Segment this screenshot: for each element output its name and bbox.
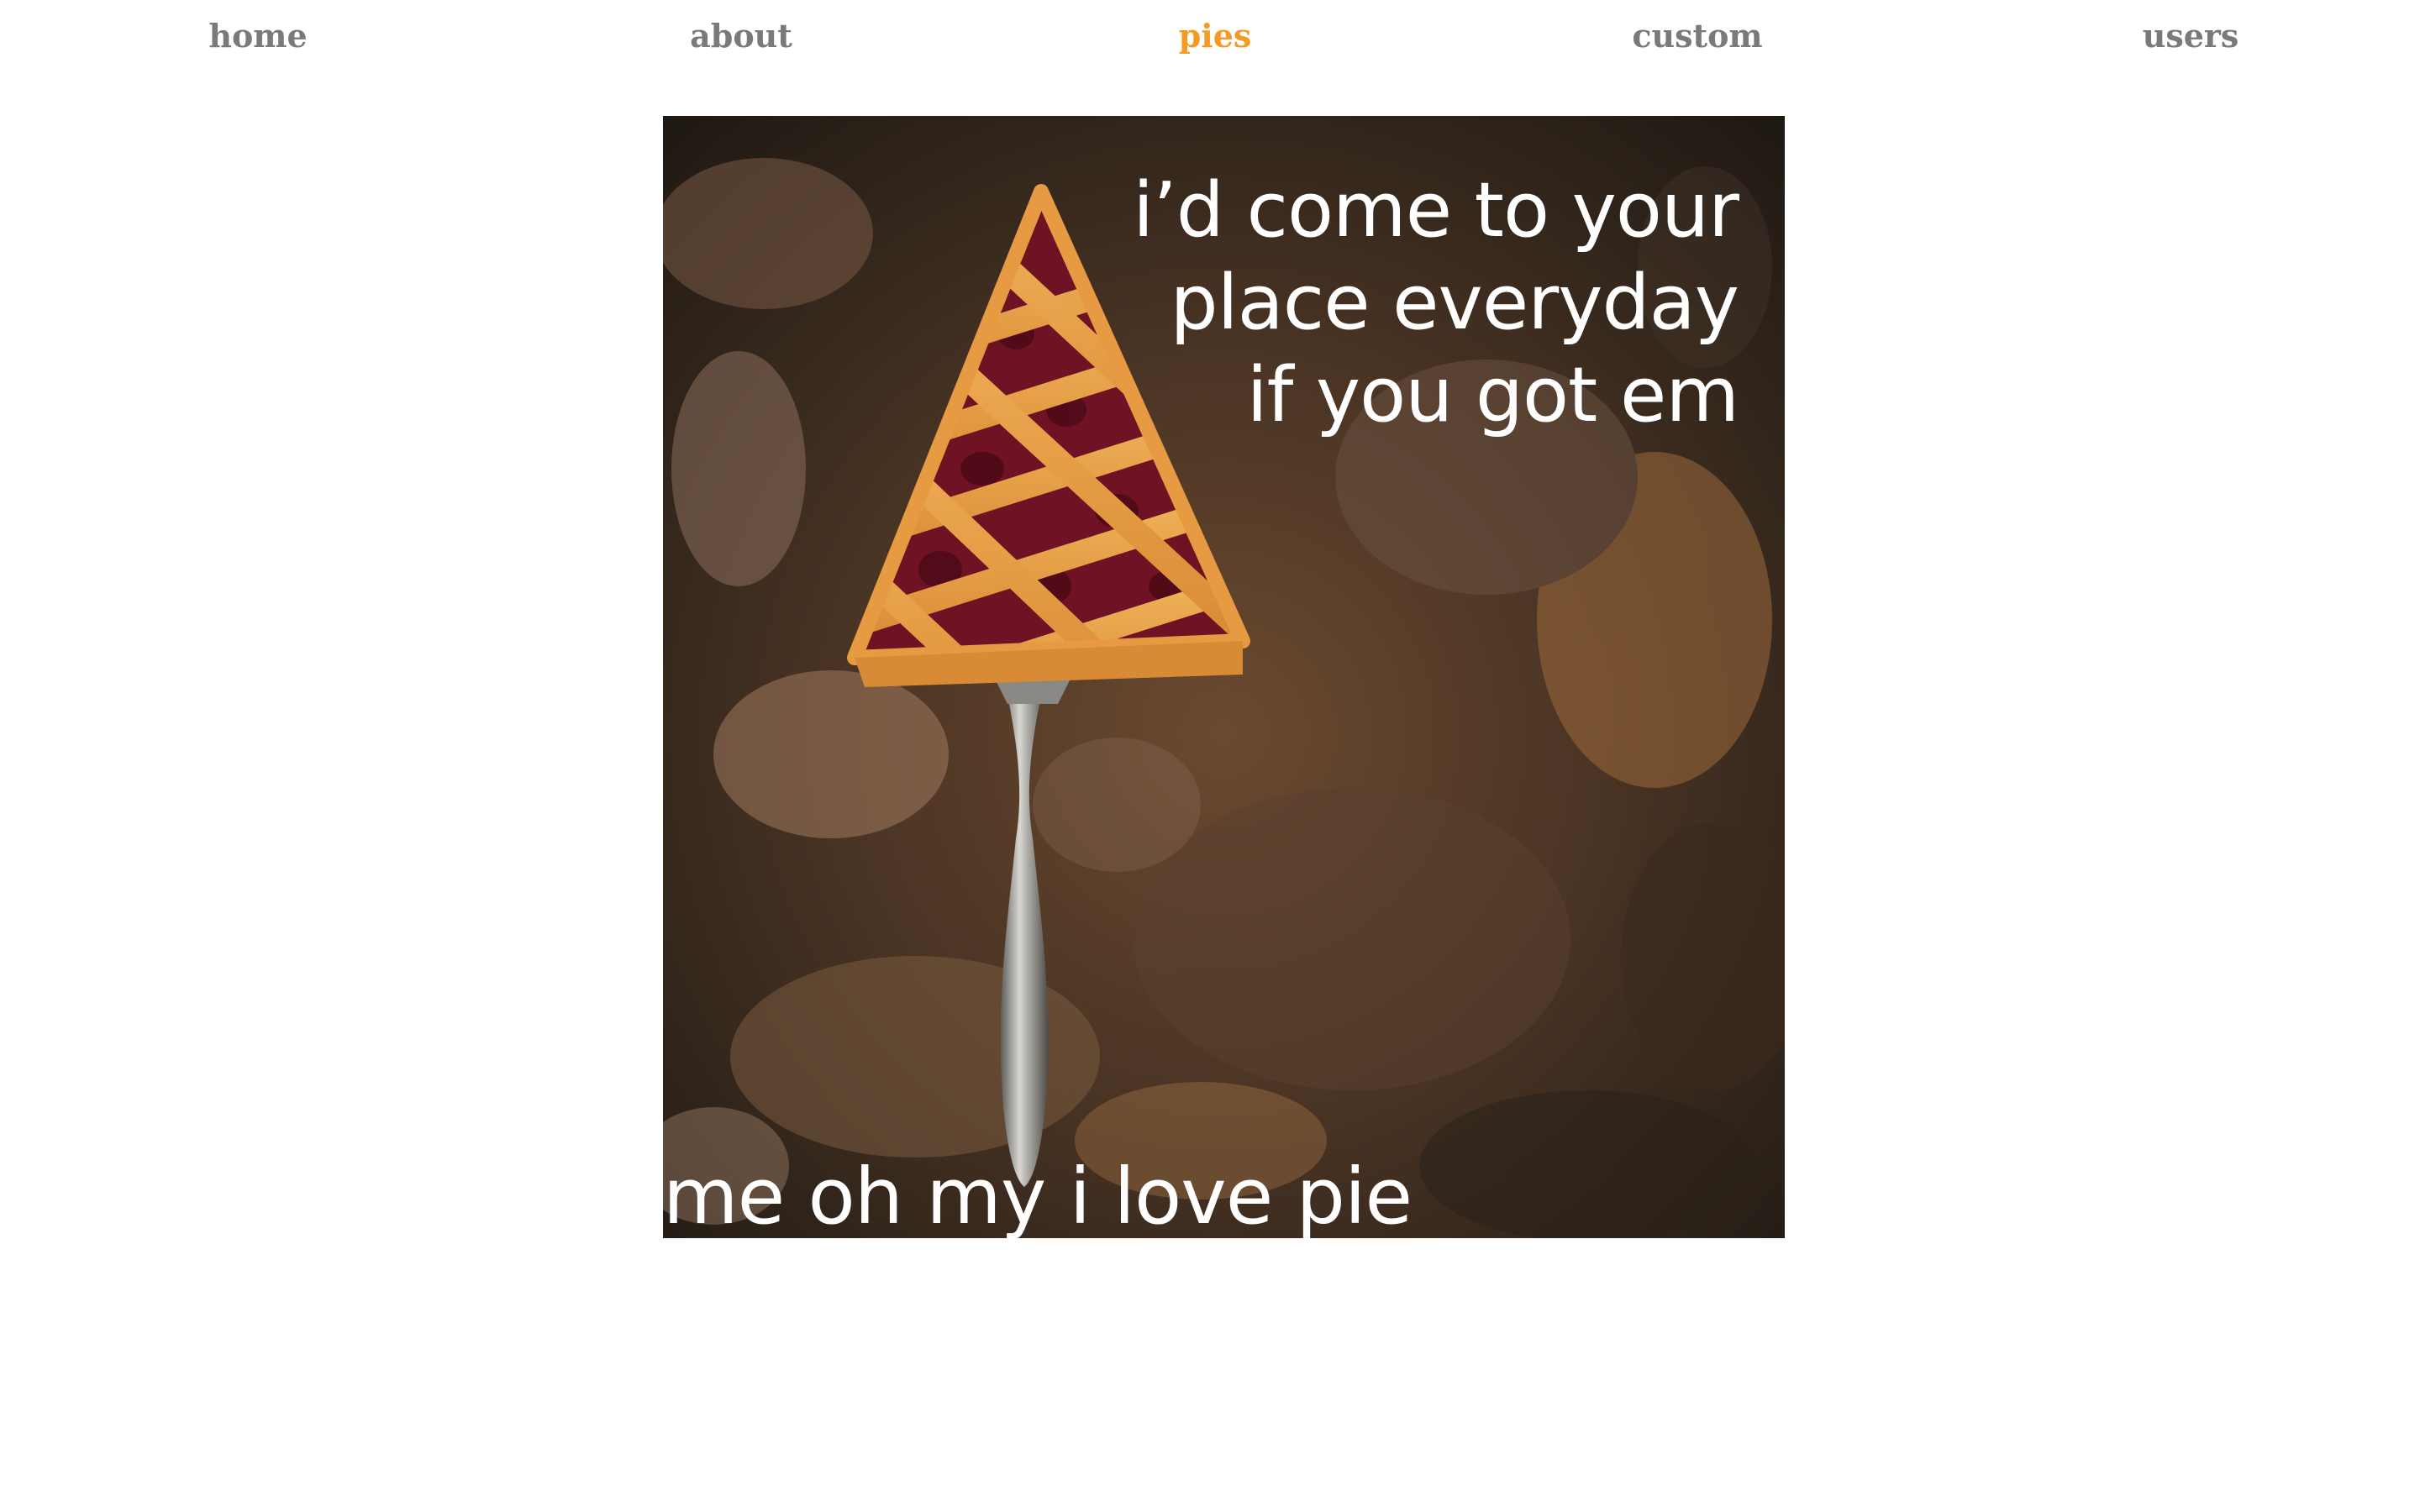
- nav-link-about[interactable]: about: [690, 17, 792, 55]
- meme-bottom-caption: me oh my i love pie: [663, 1152, 1413, 1238]
- nav-link-users[interactable]: users: [2143, 17, 2239, 55]
- meme-top-line: if you got em: [1246, 351, 1739, 439]
- main-nav: home about pies custom users: [0, 0, 2420, 84]
- meme-top-line: i’d come to your: [1133, 166, 1739, 255]
- nav-link-pies[interactable]: pies: [1179, 17, 1252, 55]
- nav-link-home[interactable]: home: [208, 17, 307, 55]
- nav-link-custom[interactable]: custom: [1632, 17, 1762, 55]
- meme-top-caption: i’d come to your place everyday if you g…: [1133, 165, 1739, 442]
- pie-meme-image: i’d come to your place everyday if you g…: [663, 116, 1785, 1238]
- meme-top-line: place everyday: [1170, 259, 1739, 347]
